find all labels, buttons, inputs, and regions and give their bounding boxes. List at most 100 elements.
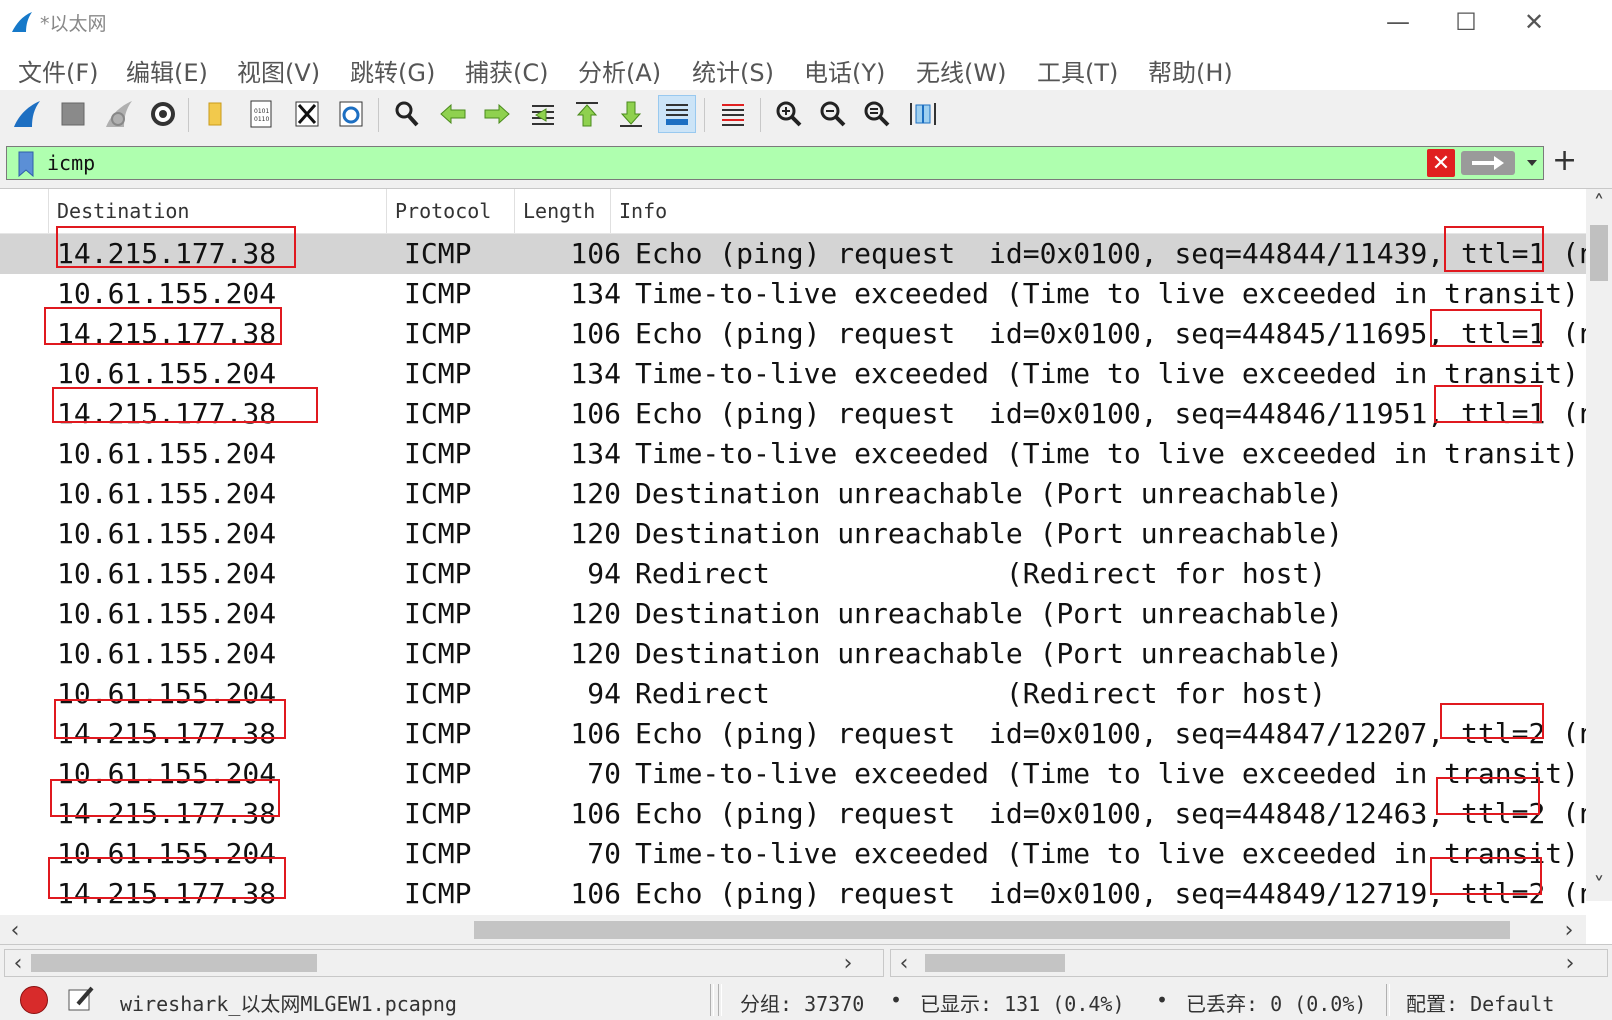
table-row[interactable]: 10.61.155.204 ICMP 120 Destination unreacha…	[0, 634, 1586, 674]
menu-tools[interactable]: 工具(T)	[1037, 53, 1118, 88]
packet-list-hscrollbar[interactable]: ‹ ›	[0, 915, 1586, 945]
vscroll-thumb[interactable]	[1590, 225, 1608, 281]
menu-analyze[interactable]: 分析(A)	[578, 53, 661, 88]
table-row[interactable]: 14.215.177.38 ICMP 106 Echo (ping) request …	[0, 714, 1586, 754]
hscroll-thumb[interactable]	[474, 921, 1510, 939]
cell-destination: 10.61.155.204	[57, 357, 277, 390]
close-window-button[interactable]: ✕	[1500, 0, 1568, 44]
displayed-count: 已显示: 131 (0.4%)	[920, 992, 1125, 1016]
scroll-left-icon[interactable]: ‹	[5, 948, 31, 978]
go-back-icon[interactable]	[434, 95, 472, 133]
menu-go[interactable]: 跳转(G)	[350, 53, 435, 88]
cell-destination: 14.215.177.38	[57, 797, 277, 830]
menu-wireless[interactable]: 无线(W)	[916, 53, 1006, 88]
scroll-right-icon[interactable]: ›	[835, 948, 861, 978]
details-hscroll-thumb[interactable]	[31, 954, 317, 972]
main-toolbar: 0101 0110	[0, 90, 1612, 141]
restart-capture-icon[interactable]	[100, 95, 138, 133]
menu-file[interactable]: 文件(F)	[18, 53, 99, 88]
table-row[interactable]: 10.61.155.204 ICMP 70 Time-to-live exceeded…	[0, 834, 1586, 874]
table-row[interactable]: 14.215.177.38 ICMP 106 Echo (ping) request …	[0, 314, 1586, 354]
cell-info: Echo (ping) request id=0x0100, seq=44847…	[635, 717, 1586, 750]
bytes-hscroll-thumb[interactable]	[925, 954, 1065, 972]
profile-label[interactable]: 配置: Default	[1406, 988, 1554, 1017]
menu-edit[interactable]: 编辑(E)	[126, 53, 208, 88]
colorize-icon[interactable]	[714, 95, 752, 133]
cell-protocol: ICMP	[404, 477, 472, 510]
table-row[interactable]: 10.61.155.204 ICMP 94 Redirect (Redirect fo…	[0, 554, 1586, 594]
apply-filter-icon[interactable]	[1461, 151, 1515, 175]
table-row[interactable]: 14.215.177.38 ICMP 106 Echo (ping) request …	[0, 874, 1586, 914]
table-row[interactable]: 10.61.155.204 ICMP 120 Destination unreacha…	[0, 594, 1586, 634]
cell-protocol: ICMP	[404, 637, 472, 670]
capture-options-icon[interactable]	[144, 95, 182, 133]
open-folder-icon[interactable]	[196, 95, 234, 133]
maximize-button[interactable]: ☐	[1432, 0, 1500, 44]
minimize-button[interactable]: —	[1364, 0, 1432, 44]
packet-bytes-pane[interactable]: ‹ ›	[890, 949, 1608, 977]
menu-capture[interactable]: 捕获(C)	[465, 53, 548, 88]
menu-view[interactable]: 视图(V)	[237, 53, 320, 88]
cell-info: Time-to-live exceeded (Time to live exce…	[635, 357, 1580, 390]
cell-destination: 10.61.155.204	[57, 597, 277, 630]
cell-length: 120	[570, 597, 621, 630]
table-row[interactable]: 14.215.177.38 ICMP 106 Echo (ping) request …	[0, 794, 1586, 834]
svg-text:0110: 0110	[254, 116, 269, 123]
display-filter-input[interactable]	[47, 149, 1427, 177]
table-row[interactable]: 10.61.155.204 ICMP 134 Time-to-live exceede…	[0, 274, 1586, 314]
stop-capture-icon[interactable]	[54, 95, 92, 133]
scroll-up-icon[interactable]: ˄	[1586, 189, 1612, 219]
dropped-count: 已丢弃: 0 (0.0%)	[1186, 992, 1367, 1016]
add-filter-button-icon[interactable]: +	[1552, 146, 1577, 176]
go-last-icon[interactable]	[612, 95, 650, 133]
zoom-normal-icon[interactable]	[858, 95, 896, 133]
autoscroll-icon[interactable]	[658, 95, 696, 133]
cell-destination: 14.215.177.38	[57, 397, 277, 430]
go-to-packet-icon[interactable]	[524, 95, 562, 133]
table-row[interactable]: 10.61.155.204 ICMP 120 Destination unreacha…	[0, 474, 1586, 514]
resize-columns-icon[interactable]	[904, 95, 942, 133]
shark-fin-start-icon[interactable]	[8, 95, 46, 133]
cell-info: Echo (ping) request id=0x0100, seq=44848…	[635, 797, 1586, 830]
find-packet-icon[interactable]	[388, 95, 426, 133]
table-row[interactable]: 10.61.155.204 ICMP 120 Destination unreacha…	[0, 514, 1586, 554]
packet-details-pane[interactable]: ‹ ›	[4, 949, 884, 977]
edit-comment-icon[interactable]	[66, 984, 96, 1019]
display-filter-bar: ✕ +	[0, 140, 1612, 186]
column-destination[interactable]: Destination	[48, 189, 386, 233]
menu-statistics[interactable]: 统计(S)	[692, 53, 774, 88]
packet-list-vscrollbar[interactable]: ˄ ˅	[1586, 189, 1612, 901]
zoom-out-icon[interactable]	[814, 95, 852, 133]
table-row[interactable]: 14.215.177.38 ICMP 106 Echo (ping) request …	[0, 234, 1586, 274]
table-row[interactable]: 10.61.155.204 ICMP 134 Time-to-live exceede…	[0, 354, 1586, 394]
cell-protocol: ICMP	[404, 837, 472, 870]
scroll-right-icon[interactable]: ›	[1557, 948, 1583, 978]
go-first-icon[interactable]	[568, 95, 606, 133]
zoom-in-icon[interactable]	[770, 95, 808, 133]
clear-filter-icon[interactable]: ✕	[1427, 149, 1455, 177]
column-protocol[interactable]: Protocol	[386, 189, 514, 233]
menu-help[interactable]: 帮助(H)	[1148, 53, 1233, 88]
menu-telephony[interactable]: 电话(Y)	[804, 53, 885, 88]
save-file-icon[interactable]: 0101 0110	[242, 95, 280, 133]
capture-status-icon[interactable]	[20, 986, 48, 1014]
column-length[interactable]: Length	[514, 189, 610, 233]
scroll-left-icon[interactable]: ‹	[2, 915, 28, 945]
go-forward-icon[interactable]	[478, 95, 516, 133]
close-file-icon[interactable]	[288, 95, 326, 133]
scroll-right-icon[interactable]: ›	[1556, 915, 1582, 945]
reload-file-icon[interactable]	[332, 95, 370, 133]
cell-destination: 10.61.155.204	[57, 757, 277, 790]
bookmark-icon[interactable]	[17, 151, 35, 181]
column-info[interactable]: Info	[610, 189, 1586, 233]
table-row[interactable]: 14.215.177.38 ICMP 106 Echo (ping) request …	[0, 394, 1586, 434]
table-row[interactable]: 10.61.155.204 ICMP 94 Redirect (Redirect fo…	[0, 674, 1586, 714]
table-row[interactable]: 10.61.155.204 ICMP 70 Time-to-live exceeded…	[0, 754, 1586, 794]
scroll-left-icon[interactable]: ‹	[891, 948, 917, 978]
cell-protocol: ICMP	[404, 357, 472, 390]
filter-history-dropdown-icon[interactable]	[1521, 151, 1543, 175]
scroll-down-icon[interactable]: ˅	[1586, 871, 1612, 901]
table-row[interactable]: 10.61.155.204 ICMP 134 Time-to-live exceede…	[0, 434, 1586, 474]
title-bar: *以太网 — ☐ ✕	[0, 0, 1612, 44]
cell-protocol: ICMP	[404, 277, 472, 310]
